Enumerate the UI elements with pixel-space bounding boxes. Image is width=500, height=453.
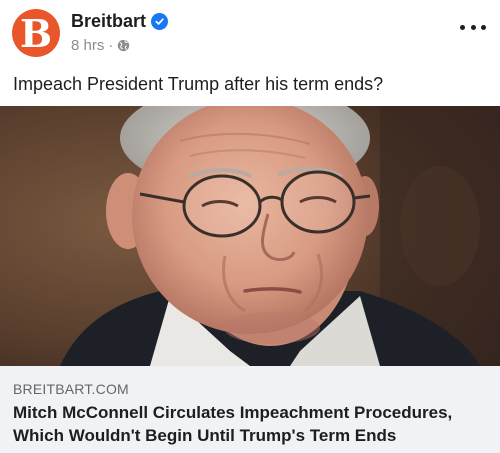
post-text: Impeach President Trump after his term e… xyxy=(13,74,384,94)
link-title[interactable]: Mitch McConnell Circulates Impeachment P… xyxy=(13,401,491,447)
more-dot xyxy=(460,24,465,30)
globe-icon[interactable] xyxy=(117,39,130,52)
link-preview-image[interactable] xyxy=(0,106,500,366)
link-domain: BREITBART.COM xyxy=(13,381,129,397)
meta-separator: · xyxy=(108,37,114,54)
more-dot xyxy=(481,24,486,30)
page-avatar[interactable]: B xyxy=(12,9,60,57)
more-dot xyxy=(470,24,476,30)
post-timestamp[interactable]: 8 hrs xyxy=(71,37,104,54)
post-meta: 8 hrs · xyxy=(71,37,130,54)
portrait-photo xyxy=(0,106,500,366)
verified-badge-icon xyxy=(151,13,169,30)
more-options-icon[interactable] xyxy=(460,20,486,34)
link-preview-footer[interactable]: BREITBART.COM Mitch McConnell Circulates… xyxy=(0,366,500,453)
avatar-logo-letter: B xyxy=(19,11,53,56)
post-header: B Breitbart 8 hrs · xyxy=(0,0,500,64)
page-name-row: Breitbart xyxy=(71,11,169,32)
page-name[interactable]: Breitbart xyxy=(71,11,146,32)
